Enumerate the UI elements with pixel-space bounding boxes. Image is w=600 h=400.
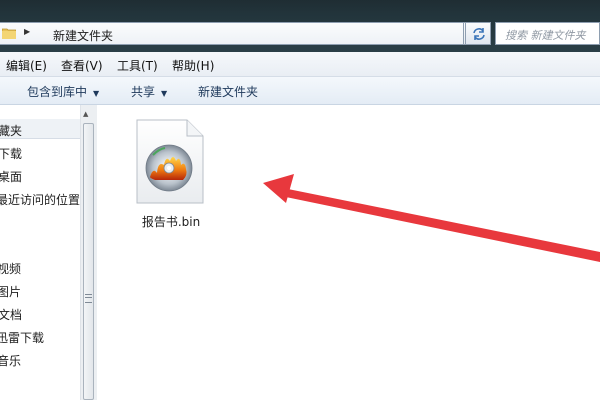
nav-item-documents[interactable]: 文档: [0, 303, 80, 323]
nav-item-label: 视频: [0, 262, 22, 276]
file-name: 报告书.bin: [141, 215, 201, 229]
nav-scrollbar[interactable]: ▲: [80, 105, 97, 400]
search-placeholder: 搜索 新建文件夹: [505, 29, 586, 42]
file-view: 报告书.bin: [97, 105, 600, 400]
include-in-library-label: 包含到库中: [27, 85, 88, 99]
navigation-pane: 藏夹 下载 桌面 最近访问的位置 视频 图片 文档 迅雷下载 音乐: [0, 105, 80, 400]
share-label: 共享: [131, 85, 156, 99]
file-item[interactable]: 报告书.bin: [129, 119, 213, 231]
disc-image-file-icon: [136, 119, 204, 204]
nav-item-desktop[interactable]: 桌面: [0, 165, 80, 185]
scroll-up-arrow-icon[interactable]: ▲: [83, 110, 88, 118]
nav-item-label: 迅雷下载: [0, 331, 45, 345]
chevron-down-icon: ▼: [161, 89, 168, 98]
nav-item-label: 下载: [0, 147, 23, 161]
nav-item-videos[interactable]: 视频: [0, 257, 80, 277]
refresh-icon: [473, 28, 485, 40]
grip-icon: [85, 294, 92, 303]
address-field[interactable]: ▶ 新建文件夹: [0, 22, 464, 45]
command-toolbar: 包含到库中 ▼ 共享 ▼ 新建文件夹: [0, 77, 600, 105]
menu-tools[interactable]: 工具(T): [117, 57, 158, 74]
menu-edit[interactable]: 编辑(E): [6, 57, 47, 74]
breadcrumb-path[interactable]: 新建文件夹: [53, 27, 113, 44]
include-in-library-button[interactable]: 包含到库中 ▼: [27, 83, 99, 100]
nav-item-label: 图片: [0, 285, 22, 299]
nav-item-label: 文档: [0, 308, 23, 322]
scroll-thumb[interactable]: [83, 123, 94, 400]
nav-item-recent-places[interactable]: 最近访问的位置: [0, 188, 80, 208]
address-bar-area: ▶ 新建文件夹 ▼ 搜索 新建文件夹: [0, 0, 600, 52]
nav-item-label: 桌面: [0, 170, 23, 184]
nav-item-pictures[interactable]: 图片: [0, 280, 80, 300]
nav-item-label: 藏夹: [0, 124, 23, 138]
breadcrumb-chevron-icon[interactable]: ▶: [24, 27, 30, 36]
nav-item-favorites[interactable]: 藏夹: [0, 119, 80, 139]
search-input[interactable]: 搜索 新建文件夹: [495, 22, 600, 45]
nav-item-downloads[interactable]: 下载: [0, 142, 80, 162]
refresh-button[interactable]: [465, 22, 491, 45]
nav-item-music[interactable]: 音乐: [0, 349, 80, 369]
menu-bar: 编辑(E) 查看(V) 工具(T) 帮助(H): [0, 52, 600, 77]
menu-view[interactable]: 查看(V): [61, 57, 103, 74]
menu-help[interactable]: 帮助(H): [172, 57, 214, 74]
nav-item-thunder-downloads[interactable]: 迅雷下载: [0, 326, 80, 346]
share-button[interactable]: 共享 ▼: [131, 83, 167, 100]
folder-icon: [2, 28, 16, 39]
nav-item-label: 音乐: [0, 354, 22, 368]
new-folder-button[interactable]: 新建文件夹: [198, 83, 258, 100]
nav-item-label: 最近访问的位置: [0, 193, 80, 207]
chevron-down-icon: ▼: [93, 89, 100, 98]
